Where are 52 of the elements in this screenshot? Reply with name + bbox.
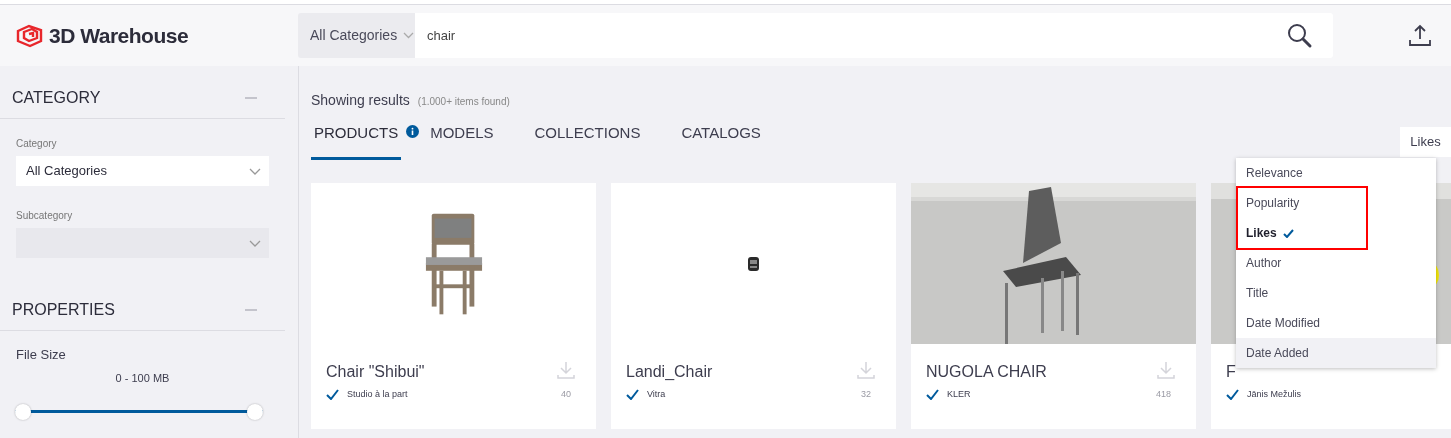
search-button[interactable]: [1287, 13, 1333, 58]
download-icon[interactable]: [556, 360, 576, 380]
product-card[interactable]: NUGOLA CHAIR KLER 418: [911, 183, 1196, 429]
card-title[interactable]: F: [1226, 360, 1236, 384]
tab[interactable]: CATALOGS: [678, 120, 764, 156]
logo-text[interactable]: 3D Warehouse: [49, 19, 189, 52]
download-count: 418: [1155, 388, 1171, 401]
slider-handle[interactable]: [247, 404, 263, 420]
chevron-down-icon: [249, 239, 261, 247]
search-field[interactable]: chair: [415, 13, 1287, 58]
slider-handle[interactable]: [15, 404, 31, 420]
logo-icon: [15, 22, 45, 49]
field-label: Category: [16, 137, 58, 151]
menu-item[interactable]: Date Modified: [1236, 308, 1436, 338]
chevron-down-icon: [403, 32, 415, 39]
author-link[interactable]: KLER: [947, 388, 971, 402]
field-label: File Size: [16, 346, 67, 364]
card-title[interactable]: Landi_Chair: [626, 360, 713, 384]
menu-item[interactable]: Likes: [1238, 218, 1366, 248]
download-count: 32: [861, 388, 871, 401]
download-count: 40: [561, 388, 571, 401]
results-count: (1.000+ items found): [417, 95, 510, 109]
tab[interactable]: MODELS: [427, 120, 497, 156]
section-heading: CATEGORY: [12, 88, 101, 108]
author-link[interactable]: Jānis Mežulis: [1247, 388, 1302, 402]
menu-item[interactable]: Popularity: [1238, 188, 1366, 218]
card-title[interactable]: Chair "Shibui": [326, 360, 425, 384]
results-heading: Showing results: [311, 91, 410, 110]
select-field[interactable]: All Categories: [16, 156, 269, 186]
range-slider[interactable]: [15, 404, 263, 420]
field-label: Subcategory: [16, 209, 74, 223]
download-icon[interactable]: [1156, 360, 1176, 380]
product-card[interactable]: Chair "Shibui" Studio à la part 40: [311, 183, 596, 429]
author-link[interactable]: Vitra: [647, 388, 666, 402]
range-reading: 0 - 100 MB: [114, 370, 171, 386]
tab[interactable]: COLLECTIONS: [531, 120, 644, 156]
menu-item[interactable]: Author: [1236, 248, 1436, 278]
author-link[interactable]: Studio à la part: [347, 388, 408, 402]
menu-item[interactable]: Title: [1236, 278, 1436, 308]
chevron-down-icon: [249, 167, 261, 175]
info-icon[interactable]: [406, 125, 420, 138]
upload-icon[interactable]: [1407, 22, 1433, 49]
section-heading: PROPERTIES: [12, 300, 115, 320]
product-card[interactable]: Landi_Chair Vitra 32: [611, 183, 896, 429]
category-dropdown[interactable]: All Categories: [298, 13, 415, 58]
search-icon: [1287, 22, 1313, 49]
menu-item[interactable]: Relevance: [1236, 158, 1436, 188]
menu-item[interactable]: Date Added: [1236, 338, 1436, 368]
sort-button[interactable]: Likes: [1400, 127, 1451, 157]
card-title[interactable]: NUGOLA CHAIR: [926, 360, 1047, 384]
check-icon: [1282, 228, 1294, 238]
download-icon[interactable]: [856, 360, 876, 380]
